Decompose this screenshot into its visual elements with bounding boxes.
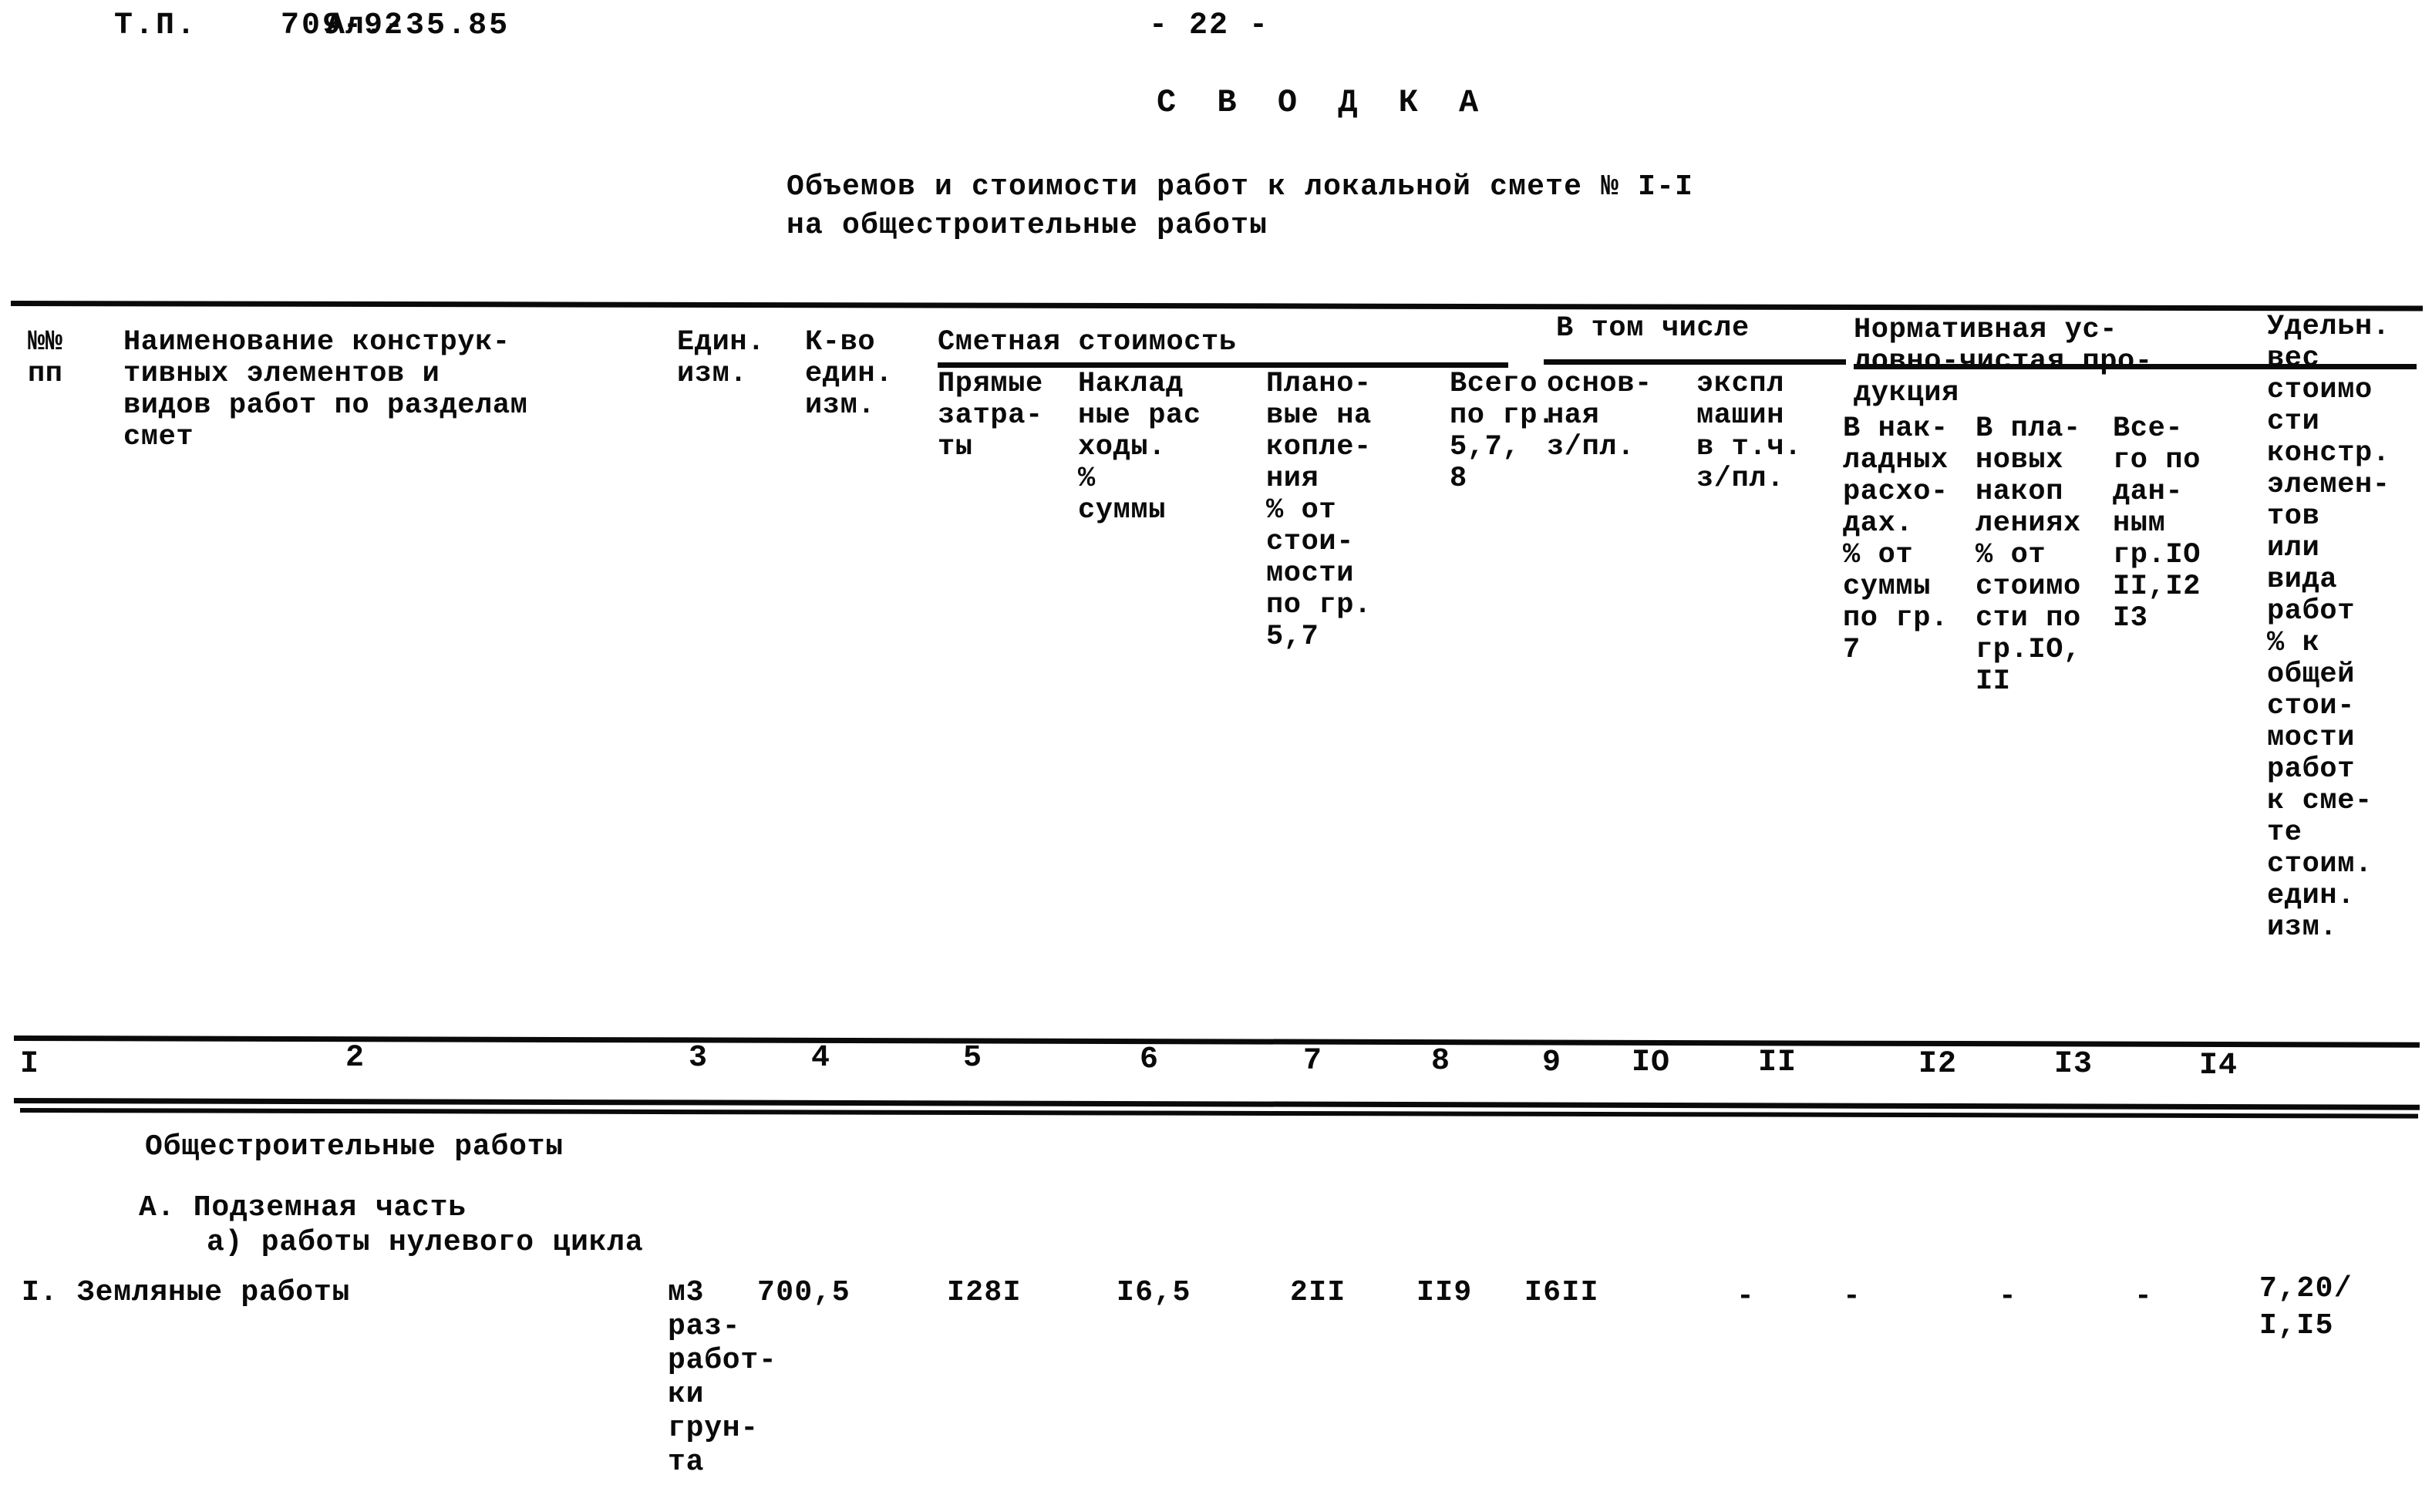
sheet-number: Ал.2 (326, 8, 404, 43)
table-row-direct-costs: I28I (947, 1276, 1022, 1309)
column-number-1: I (20, 1047, 40, 1082)
table-row-quantity: 700,5 (757, 1276, 851, 1309)
table-row-basic-wages: I6II (1524, 1276, 1599, 1309)
column-number-12: I2 (1918, 1047, 1958, 1082)
table-row-total-by-data: - (2134, 1280, 2154, 1313)
table-top-rule (10, 301, 2424, 311)
column-number-6: 6 (1140, 1042, 1160, 1077)
table-row-machine-operation: - (1736, 1280, 1756, 1313)
column-header-direct-costs: Прямые затра- ты (938, 368, 1043, 463)
column-header-planned-savings: Плано- вые на копле- ния % от стои- мост… (1266, 368, 1372, 653)
group-rule-estimated-cost (938, 362, 1508, 368)
group-header-including: В том числе (1556, 312, 1750, 345)
column-header-quantity: К-во един. изм. (805, 326, 894, 422)
table-row-in-overheads: - (1843, 1280, 1862, 1313)
document-page: Т.П. 709-9-35.85 Ал.2 - 22 - С В О Д К А… (0, 0, 2432, 1512)
column-number-14: I4 (2199, 1049, 2238, 1083)
column-number-11: II (1758, 1046, 1797, 1080)
group-rule-including (1544, 359, 1846, 365)
column-header-unit: Един. изм. (677, 326, 766, 390)
document-code: Т.П. 709-9-35.85 (114, 8, 510, 43)
group-header-normative-net-output: Нормативная ус- ловно-чистая про- дукция (1854, 314, 2153, 409)
column-header-basic-wages: основ- ная з/пл. (1547, 368, 1652, 463)
column-number-7: 7 (1303, 1044, 1323, 1079)
table-row-number: I. (22, 1276, 59, 1309)
column-number-row-top-rule (13, 1036, 2420, 1048)
page-title: С В О Д К А (1157, 84, 1490, 121)
table-row-name: Земляные работы (77, 1276, 351, 1309)
section-row-general-construction: Общестроительные работы (145, 1130, 564, 1163)
column-number-5: 5 (963, 1041, 983, 1076)
table-row-planned-savings: 2II (1290, 1276, 1346, 1309)
section-row-zero-cycle-works: а) работы нулевого цикла (207, 1226, 644, 1259)
column-header-specific-weight: Удельн. вес стоимо сти констр. элемен- т… (2267, 311, 2390, 944)
column-header-overheads: Наклад ные рас ходы. % суммы (1078, 368, 1201, 527)
table-row-total: II9 (1416, 1276, 1473, 1309)
table-row-overheads: I6,5 (1117, 1276, 1191, 1309)
column-number-2: 2 (345, 1041, 365, 1076)
subtitle-line-2: на общестроительные работы (787, 209, 1268, 242)
column-header-name: Наименование конструк- тивных элементов … (123, 326, 528, 453)
column-header-machine-operation: экспл машин в т.ч. з/пл. (1696, 368, 1802, 495)
column-number-9: 9 (1542, 1046, 1562, 1080)
column-number-13: I3 (2054, 1047, 2093, 1082)
subtitle-line-1: Объемов и стоимости работ к локальной см… (787, 170, 1694, 204)
group-header-estimated-cost: Сметная стоимость (938, 326, 1237, 359)
column-header-total: Всего по гр. 5,7, 8 (1450, 368, 1555, 495)
column-header-number: №№ пп (28, 326, 63, 390)
page-number: - 22 - (1149, 8, 1270, 43)
column-number-3: 3 (689, 1041, 709, 1076)
column-header-total-by-data: Все- го по дан- ным гр.IО II,I2 I3 (2113, 413, 2201, 635)
table-body-top-rule (19, 1108, 2418, 1119)
column-number-4: 4 (811, 1041, 831, 1076)
column-header-in-planned-savings: В пла- новых накоп лениях % от стоимо ст… (1976, 413, 2081, 698)
column-header-in-overheads: В нак- ладных расхо- дах. % от суммы по … (1843, 413, 1949, 666)
section-row-underground-part: А. Подземная часть (139, 1191, 467, 1224)
column-number-8: 8 (1431, 1044, 1451, 1079)
table-row-in-planned-savings: - (1999, 1280, 2018, 1313)
column-number-10: IО (1632, 1046, 1671, 1080)
table-row-specific-weight: 7,20/ I,I5 (2259, 1272, 2353, 1342)
